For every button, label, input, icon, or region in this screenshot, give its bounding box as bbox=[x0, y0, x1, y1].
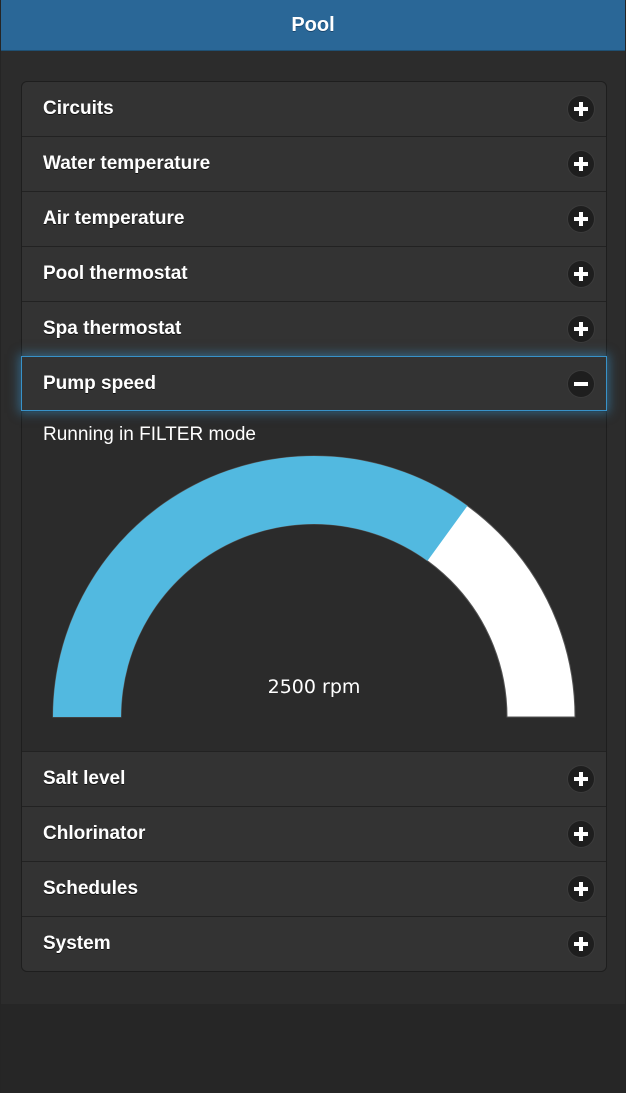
section-pool-thermostat[interactable]: Pool thermostat bbox=[22, 246, 606, 301]
plus-icon bbox=[568, 316, 594, 342]
main-content: Circuits Water temperature Air temperatu… bbox=[1, 51, 625, 1004]
gauge-value-label: 2500 rpm bbox=[268, 676, 361, 698]
gauge-fill bbox=[53, 456, 468, 717]
plus-icon bbox=[568, 821, 594, 847]
minus-icon bbox=[568, 370, 594, 397]
section-spa-thermostat[interactable]: Spa thermostat bbox=[22, 301, 606, 356]
section-label: Pool thermostat bbox=[43, 263, 188, 284]
section-label: System bbox=[43, 933, 111, 954]
app-header: Pool bbox=[1, 0, 625, 51]
section-label: Salt level bbox=[43, 768, 126, 789]
section-label: Pump speed bbox=[43, 372, 156, 394]
section-label: Circuits bbox=[43, 98, 114, 119]
plus-icon bbox=[568, 931, 594, 957]
section-chlorinator[interactable]: Chlorinator bbox=[22, 806, 606, 861]
section-salt-level[interactable]: Salt level bbox=[22, 751, 606, 806]
plus-icon bbox=[568, 766, 594, 792]
section-label: Schedules bbox=[43, 878, 139, 899]
section-label: Water temperature bbox=[43, 153, 211, 174]
pump-speed-panel: Running in FILTER mode 2500 rpm bbox=[22, 411, 606, 751]
page-footer bbox=[1, 1004, 625, 1093]
plus-icon bbox=[568, 876, 594, 902]
plus-icon bbox=[568, 261, 594, 287]
section-system[interactable]: System bbox=[22, 916, 606, 971]
pump-speed-gauge: 2500 rpm bbox=[52, 455, 576, 718]
section-label: Spa thermostat bbox=[43, 318, 182, 339]
section-schedules[interactable]: Schedules bbox=[22, 861, 606, 916]
plus-icon bbox=[568, 151, 594, 177]
section-pump-speed[interactable]: Pump speed bbox=[21, 356, 607, 411]
page-title: Pool bbox=[291, 13, 335, 36]
plus-icon bbox=[568, 96, 594, 122]
section-label: Air temperature bbox=[43, 208, 185, 229]
section-water-temperature[interactable]: Water temperature bbox=[22, 136, 606, 191]
collapsible-set: Circuits Water temperature Air temperatu… bbox=[21, 81, 607, 972]
section-circuits[interactable]: Circuits bbox=[22, 82, 606, 136]
section-label: Chlorinator bbox=[43, 823, 146, 844]
plus-icon bbox=[568, 206, 594, 232]
section-air-temperature[interactable]: Air temperature bbox=[22, 191, 606, 246]
